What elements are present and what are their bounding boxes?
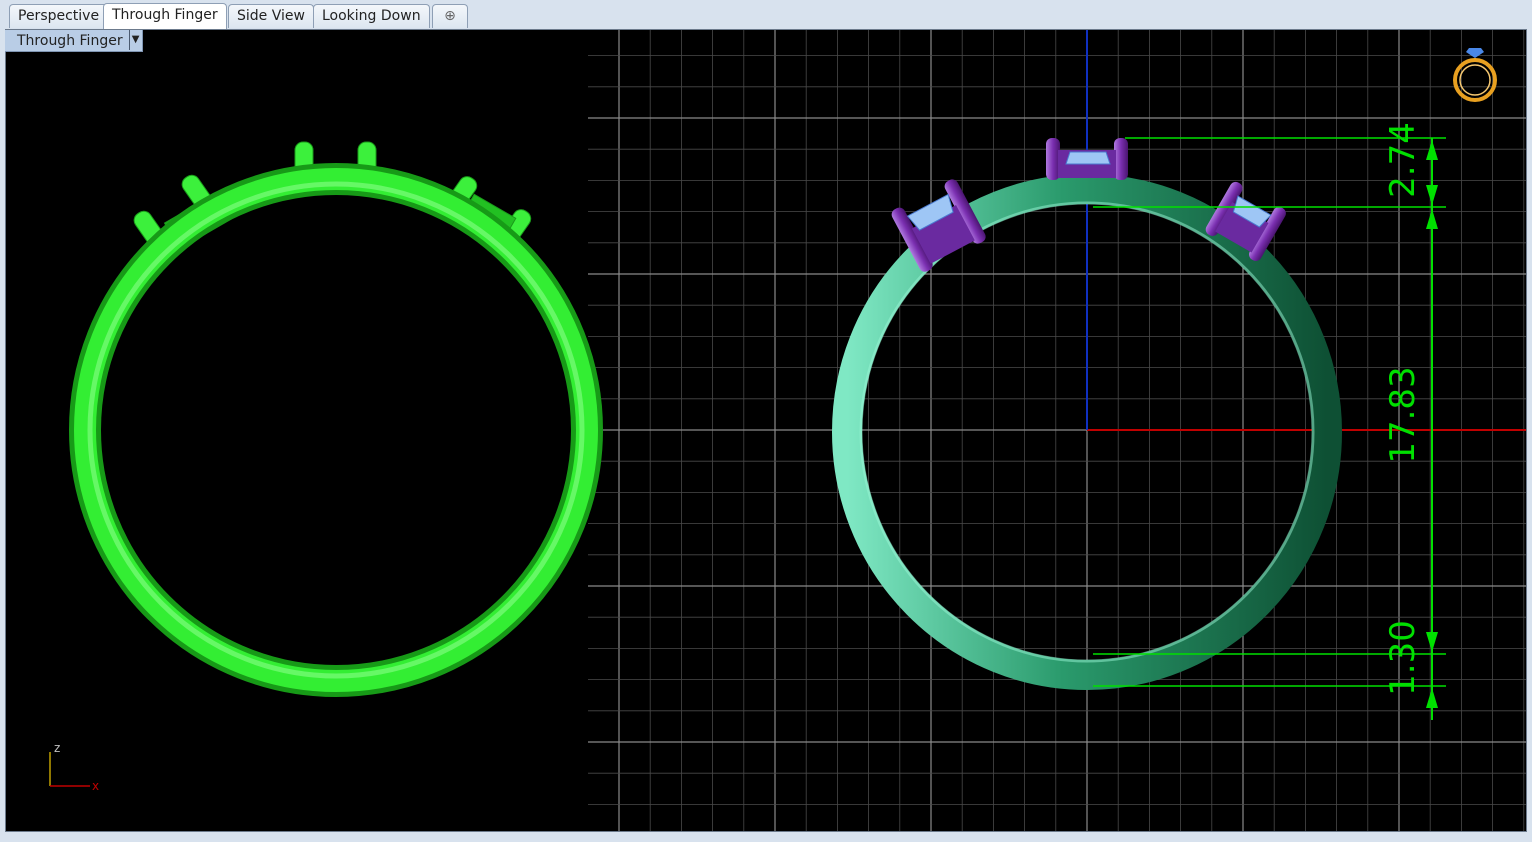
viewport-title-menu[interactable]: Through Finger ▼: [5, 30, 143, 52]
chevron-down-icon[interactable]: ▼: [128, 30, 142, 50]
viewport-tab-bar: Perspective Through Finger Side View Loo…: [0, 0, 1532, 30]
axis-triad: z x: [49, 741, 99, 793]
viewport-canvas[interactable]: z x 2.74 17.83 1.30: [5, 29, 1527, 832]
dimension-band-thickness: 1.30: [1383, 620, 1423, 696]
dimension-inner-diameter: 17.83: [1383, 366, 1423, 463]
axis-label-x: x: [92, 779, 99, 793]
tab-looking-down[interactable]: Looking Down: [313, 4, 430, 28]
dimension-top-height: 2.74: [1383, 122, 1423, 198]
tab-perspective[interactable]: Perspective: [9, 4, 109, 28]
plus-icon: ⊕: [444, 8, 456, 24]
axis-label-z: z: [54, 741, 60, 755]
ring-left-shaded: [69, 141, 603, 697]
add-tab-button[interactable]: ⊕: [432, 4, 468, 28]
viewport-title: Through Finger: [17, 33, 123, 49]
tab-side-view[interactable]: Side View: [228, 4, 314, 28]
tab-through-finger[interactable]: Through Finger: [103, 3, 227, 29]
bottom-strip: [0, 832, 1532, 842]
